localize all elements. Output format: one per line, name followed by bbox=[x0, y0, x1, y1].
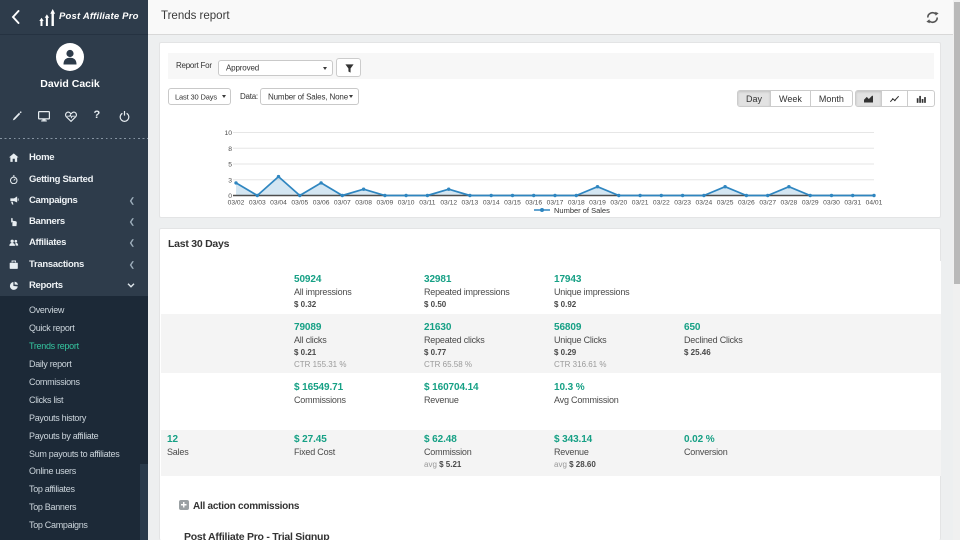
svg-text:5: 5 bbox=[228, 162, 232, 169]
svg-text:03/11: 03/11 bbox=[419, 200, 436, 207]
svg-text:03/13: 03/13 bbox=[462, 200, 479, 207]
svg-text:03/10: 03/10 bbox=[398, 200, 415, 207]
svg-text:10: 10 bbox=[224, 130, 232, 137]
svg-text:03/26: 03/26 bbox=[738, 200, 755, 207]
svg-text:03/20: 03/20 bbox=[610, 200, 627, 207]
svg-text:03/16: 03/16 bbox=[525, 200, 542, 207]
svg-text:03/22: 03/22 bbox=[653, 200, 670, 207]
svg-text:03/09: 03/09 bbox=[377, 200, 394, 207]
svg-text:04/01: 04/01 bbox=[866, 200, 883, 207]
svg-text:03/05: 03/05 bbox=[291, 200, 308, 207]
svg-text:03/12: 03/12 bbox=[440, 200, 457, 207]
svg-text:03/31: 03/31 bbox=[844, 200, 861, 207]
svg-text:03/24: 03/24 bbox=[696, 200, 713, 207]
svg-text:03/08: 03/08 bbox=[355, 200, 372, 207]
svg-text:03/29: 03/29 bbox=[802, 200, 819, 207]
svg-text:3: 3 bbox=[228, 177, 232, 184]
svg-text:03/21: 03/21 bbox=[632, 200, 649, 207]
svg-text:03/06: 03/06 bbox=[313, 200, 330, 207]
svg-text:03/03: 03/03 bbox=[249, 200, 266, 207]
svg-text:Number of Sales: Number of Sales bbox=[554, 206, 610, 215]
svg-text:03/07: 03/07 bbox=[334, 200, 351, 207]
svg-text:03/25: 03/25 bbox=[717, 200, 734, 207]
svg-text:03/23: 03/23 bbox=[674, 200, 691, 207]
svg-text:03/30: 03/30 bbox=[823, 200, 840, 207]
svg-text:03/28: 03/28 bbox=[781, 200, 798, 207]
svg-text:03/04: 03/04 bbox=[270, 200, 287, 207]
svg-text:03/27: 03/27 bbox=[759, 200, 776, 207]
svg-text:8: 8 bbox=[228, 146, 232, 153]
svg-text:03/02: 03/02 bbox=[228, 200, 245, 207]
svg-text:03/14: 03/14 bbox=[483, 200, 500, 207]
svg-text:03/15: 03/15 bbox=[504, 200, 521, 207]
